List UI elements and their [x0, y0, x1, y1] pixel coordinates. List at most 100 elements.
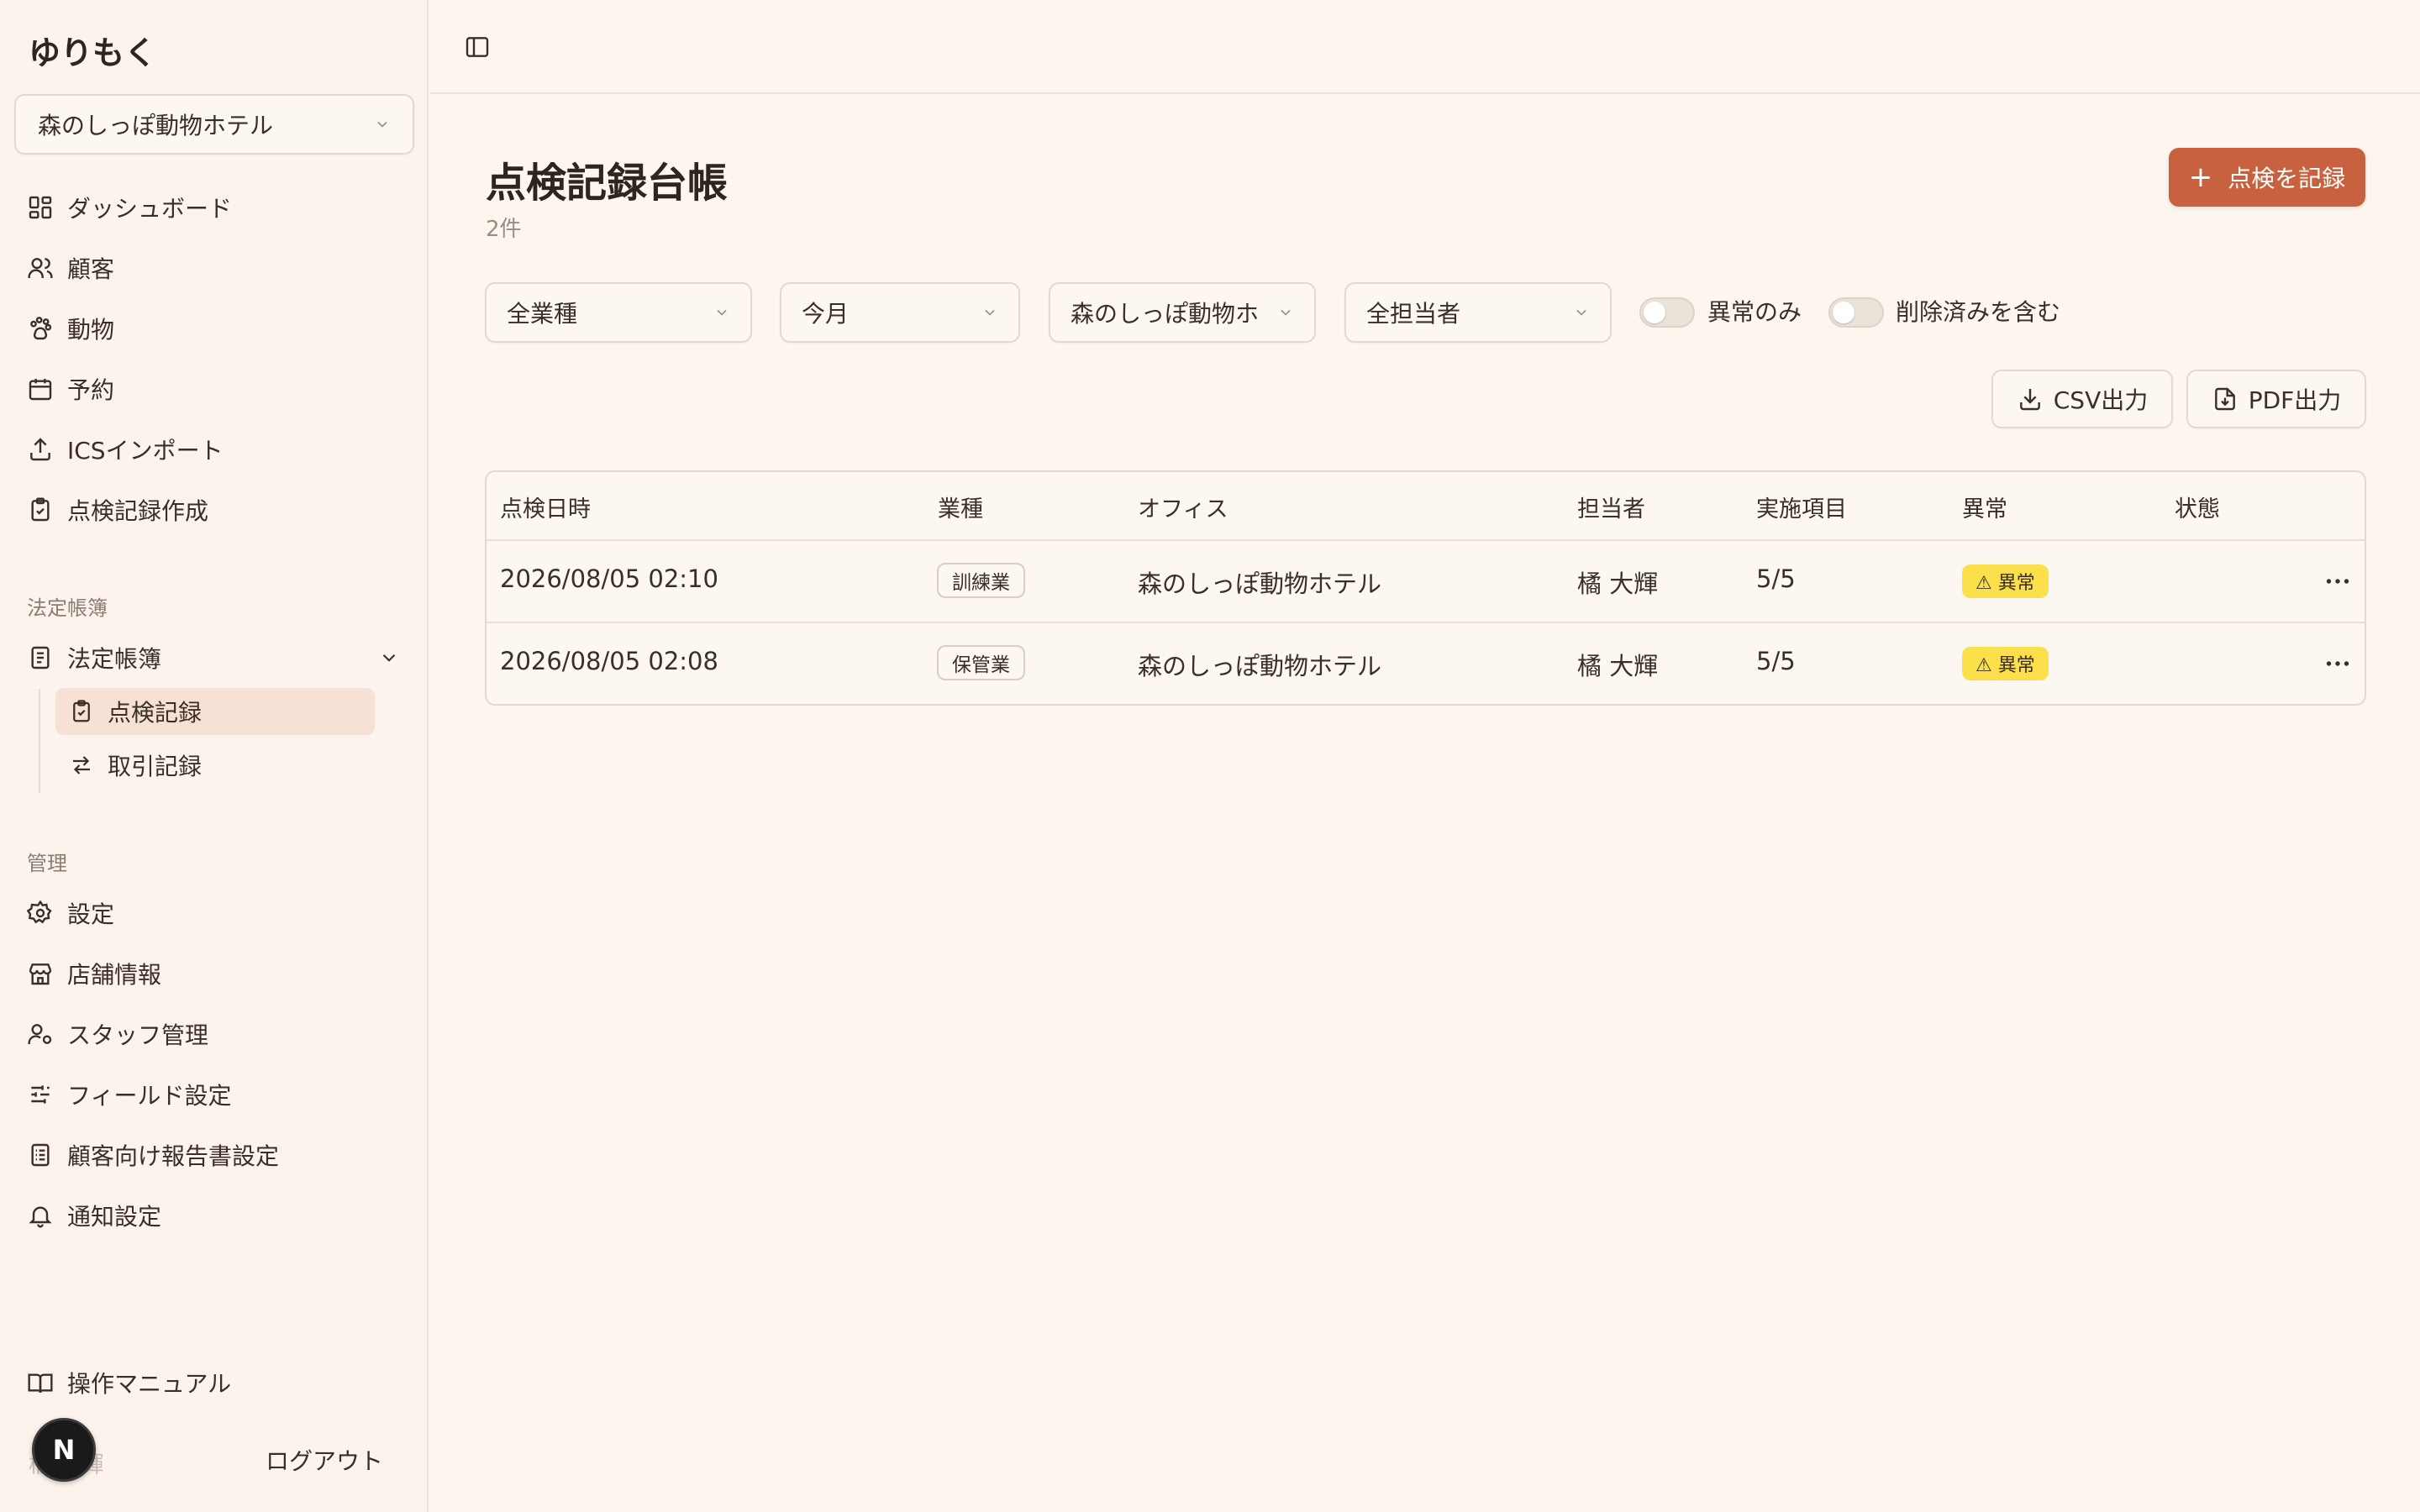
- staff-filter[interactable]: 全担当者: [1344, 282, 1612, 343]
- sidebar-item-create-inspection[interactable]: 点検記録作成: [27, 486, 208, 533]
- inspection-records-table: 点検日時 業種 オフィス 担当者 実施項目 異常 状態 2026/08/05 0…: [485, 470, 2366, 706]
- business-type-filter[interactable]: 全業種: [485, 282, 752, 343]
- user-cog-icon: [28, 1024, 52, 1044]
- logout-button[interactable]: ログアウト: [266, 1443, 383, 1477]
- column-header-business-type[interactable]: 業種: [938, 491, 983, 523]
- organization-select-value: 森のしっぽ動物ホテル: [38, 112, 274, 139]
- sidebar-item-label: 顧客: [67, 255, 115, 283]
- sidebar-item-field-settings[interactable]: フィールド設定: [27, 1071, 231, 1118]
- record-inspection-button[interactable]: + 点検を記録: [2169, 148, 2365, 207]
- section-label-admin: 管理: [27, 852, 67, 875]
- column-header-items[interactable]: 実施項目: [1756, 491, 1847, 523]
- app-logo: ゆりもく: [29, 34, 157, 71]
- sidebar-item-reservations[interactable]: 予約: [27, 365, 114, 412]
- chevron-down-icon[interactable]: [378, 647, 400, 669]
- calendar-icon: [29, 379, 52, 401]
- column-header-status[interactable]: 状態: [2175, 491, 2220, 523]
- include-deleted-label: 削除済みを含む: [1896, 298, 2061, 326]
- sidebar-item-label: 通知設定: [67, 1203, 162, 1231]
- cell-items: 5/5: [1756, 647, 1796, 675]
- sidebar-item-customers[interactable]: 顧客: [27, 244, 114, 291]
- cell-staff: 橘 大輝: [1577, 652, 1659, 680]
- record-inspection-button-label: 点検を記録: [2228, 165, 2346, 192]
- cell-office: 森のしっぽ動物ホテル: [1138, 652, 1382, 680]
- sidebar-item-label: フィールド設定: [67, 1082, 232, 1110]
- plus-icon: +: [2188, 160, 2213, 194]
- include-deleted-toggle[interactable]: [1828, 297, 1884, 328]
- sidebar-item-label: ダッシュボード: [67, 195, 233, 223]
- column-header-office[interactable]: オフィス: [1138, 491, 1228, 523]
- chevron-down-icon: [1576, 309, 1586, 316]
- abnormal-badge: ⚠ 異常: [1962, 564, 2049, 598]
- business-type-filter-value: 全業種: [507, 300, 578, 328]
- sidebar-item-label: 設定: [67, 900, 115, 928]
- business-type-tag: 訓練業: [937, 563, 1025, 598]
- sidebar-item-settings[interactable]: 設定: [27, 890, 114, 937]
- sidebar-group-legal-books[interactable]: 法定帳簿: [27, 634, 161, 681]
- sidebar-item-dashboard[interactable]: ダッシュボード: [27, 184, 232, 231]
- sidebar-item-label: 店舗情報: [67, 961, 162, 989]
- abnormal-badge: ⚠ 異常: [1962, 647, 2049, 680]
- download-icon: [2019, 389, 2040, 411]
- table-header: 点検日時 業種 オフィス 担当者 実施項目 異常 状態: [487, 472, 2365, 541]
- store-icon: [29, 963, 52, 985]
- table-row[interactable]: 2026/08/05 02:08 保管業 森のしっぽ動物ホテル 橘 大輝 5/5…: [487, 623, 2365, 704]
- chevron-down-icon: [377, 121, 387, 128]
- users-icon: [28, 258, 53, 278]
- sidebar-item-label: ICSインポート: [67, 437, 224, 465]
- cell-staff: 橘 大輝: [1577, 570, 1659, 598]
- sidebar-item-animals[interactable]: 動物: [27, 305, 114, 352]
- more-options-icon[interactable]: [2323, 648, 2353, 679]
- abnormal-only-label: 異常のみ: [1707, 298, 1802, 326]
- gear-icon: [27, 900, 52, 924]
- sidebar-item-label: 操作マニュアル: [67, 1370, 232, 1398]
- period-filter-value: 今月: [802, 300, 850, 328]
- office-filter-value: 森のしっぽ動物ホ: [1071, 300, 1260, 328]
- page-title: 点検記録台帳: [486, 160, 729, 207]
- sidebar-item-inspection-records[interactable]: 点検記録: [55, 688, 375, 735]
- business-type-tag: 保管業: [937, 645, 1025, 680]
- sidebar-item-label: 取引記録: [108, 753, 203, 780]
- top-bar: [430, 0, 2420, 94]
- file-download-icon: [2214, 387, 2235, 411]
- bell-icon: [29, 1206, 52, 1228]
- upload-icon: [30, 438, 50, 461]
- sidebar-item-notification-settings[interactable]: 通知設定: [27, 1192, 161, 1239]
- period-filter[interactable]: 今月: [780, 282, 1020, 343]
- staff-filter-value: 全担当者: [1366, 300, 1461, 328]
- table-row[interactable]: 2026/08/05 02:10 訓練業 森のしっぽ動物ホテル 橘 大輝 5/5…: [487, 541, 2365, 623]
- sidebar-item-manual[interactable]: 操作マニュアル: [27, 1359, 231, 1406]
- cell-datetime: 2026/08/05 02:10: [500, 564, 718, 593]
- more-options-icon[interactable]: [2323, 566, 2353, 596]
- column-header-abnormal[interactable]: 異常: [1962, 491, 2007, 523]
- dashboard-icon: [29, 196, 52, 219]
- clipboard-check-icon: [31, 497, 50, 522]
- sidebar: ゆりもく 森のしっぽ動物ホテル ダッシュボード 顧客 動物 予約 ICSインポー…: [0, 0, 429, 1512]
- arrows-swap-icon: [73, 756, 90, 774]
- cell-office: 森のしっぽ動物ホテル: [1138, 570, 1382, 598]
- sidebar-item-label: 予約: [67, 376, 115, 404]
- sliders-icon: [31, 1085, 50, 1104]
- sidebar-item-label: 顧客向け報告書設定: [67, 1142, 280, 1170]
- sidebar-item-transaction-records[interactable]: 取引記録: [55, 742, 375, 789]
- column-header-datetime[interactable]: 点検日時: [500, 491, 591, 523]
- paw-icon: [30, 317, 52, 340]
- avatar[interactable]: N: [32, 1418, 96, 1482]
- organization-select[interactable]: 森のしっぽ動物ホテル: [14, 94, 414, 155]
- sidebar-item-label: 点検記録作成: [67, 497, 209, 525]
- csv-export-button[interactable]: CSV出力: [1991, 370, 2173, 428]
- abnormal-only-toggle[interactable]: [1639, 297, 1695, 328]
- sidebar-item-store-info[interactable]: 店舗情報: [27, 950, 161, 997]
- clipboard-check-icon: [73, 700, 90, 722]
- sidebar-item-ics-import[interactable]: ICSインポート: [27, 426, 224, 473]
- pdf-export-label: PDF出力: [2248, 386, 2342, 414]
- sidebar-item-label: スタッフ管理: [67, 1021, 209, 1049]
- chevron-down-icon: [985, 309, 995, 316]
- sidebar-item-staff-management[interactable]: スタッフ管理: [27, 1011, 208, 1058]
- sidebar-toggle-icon[interactable]: [464, 34, 491, 60]
- pdf-export-button[interactable]: PDF出力: [2186, 370, 2366, 428]
- office-filter[interactable]: 森のしっぽ動物ホ: [1049, 282, 1316, 343]
- column-header-staff[interactable]: 担当者: [1577, 491, 1645, 523]
- section-label-legal: 法定帳簿: [27, 596, 108, 620]
- sidebar-item-report-settings[interactable]: 顧客向け報告書設定: [27, 1131, 279, 1179]
